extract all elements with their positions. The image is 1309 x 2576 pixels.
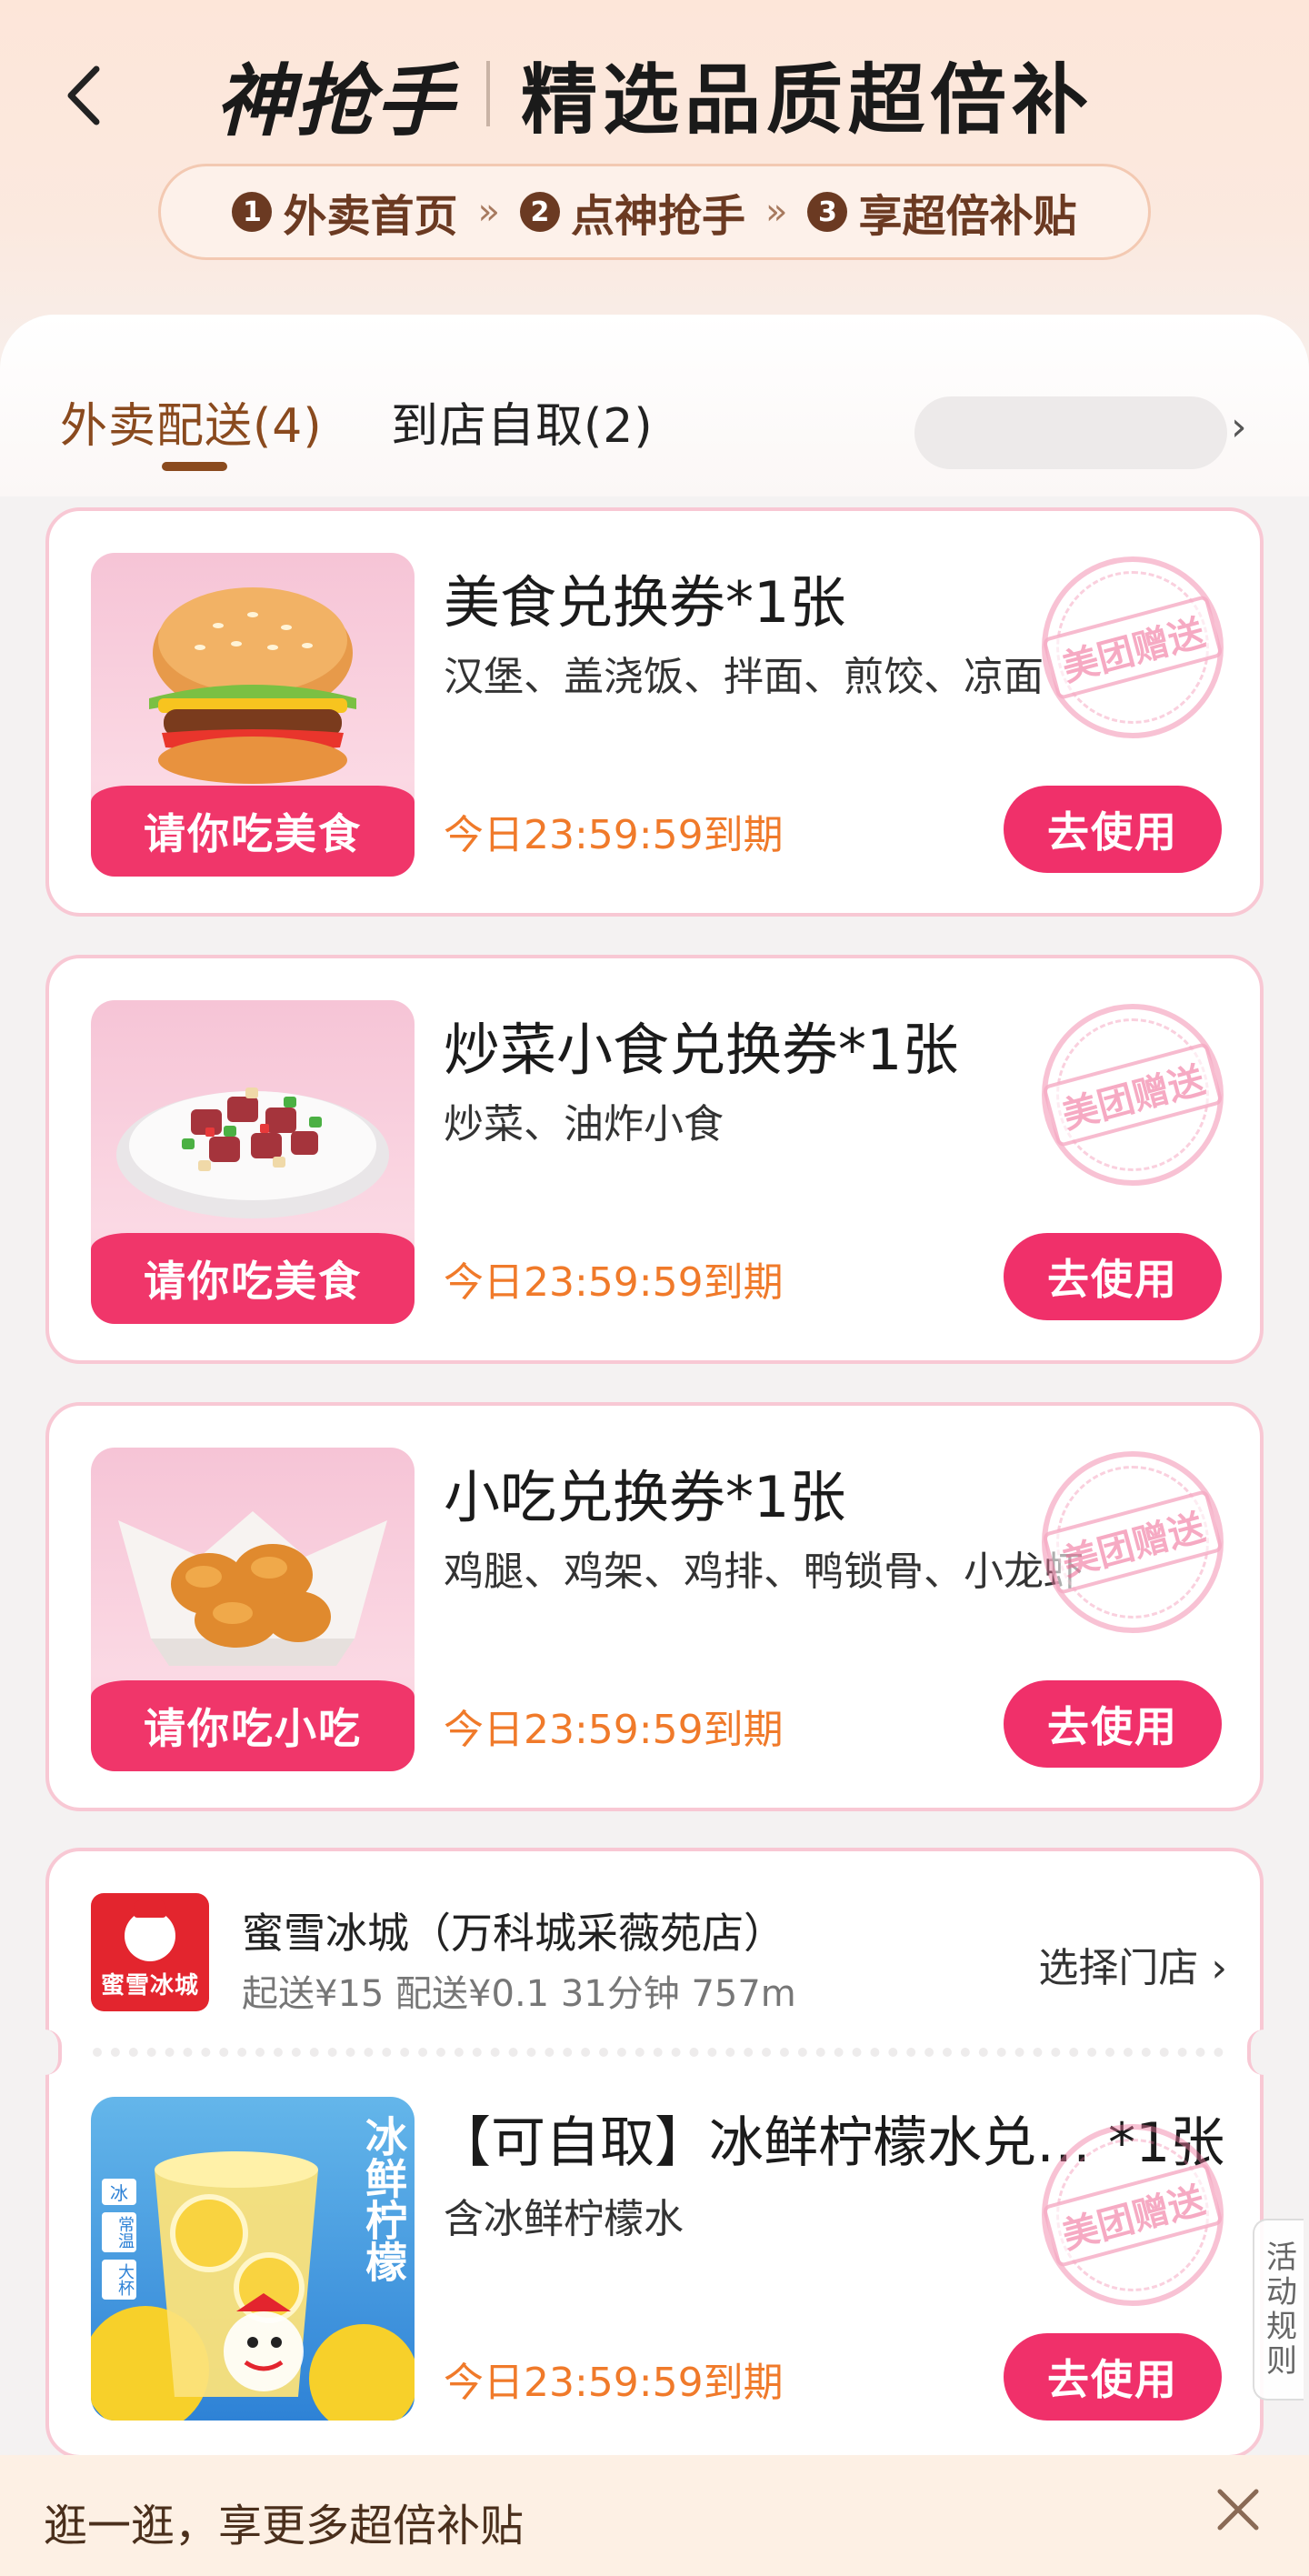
coupon-title: 美食兑换券*1张 bbox=[444, 569, 846, 636]
coupon-expiry: 今日23:59:59到期 bbox=[444, 1707, 784, 1753]
blurred-banner[interactable] bbox=[914, 396, 1227, 469]
tab-bar: 外卖配送(4) 到店自取(2) › bbox=[0, 315, 1309, 496]
burger-icon bbox=[149, 587, 356, 784]
cup-tag: 冰 bbox=[102, 2179, 136, 2205]
stamp-label: 美团赠送 bbox=[1042, 1041, 1224, 1148]
stamp-icon: 美团赠送 bbox=[1042, 2124, 1224, 2306]
store-logo-text: 蜜雪冰城 bbox=[100, 1972, 199, 2000]
coupon-description: 炒菜、油炸小食 bbox=[444, 1101, 724, 1148]
store-coupon-card: 蜜雪冰城 蜜雪冰城（万科城采薇苑店） 起送¥15 配送¥0.1 31分钟 757… bbox=[29, 1848, 1280, 2459]
activity-rules-tab[interactable]: 活动规则 bbox=[1253, 2219, 1304, 2401]
step-2: 2 点神抢手 bbox=[519, 180, 745, 244]
coupon-image-lemonade: 冰鲜柠檬 冰 常温 大杯 bbox=[91, 2097, 415, 2421]
coupon-title: 炒菜小食兑换券*1张 bbox=[444, 1017, 959, 1083]
stamp-icon: 美团赠送 bbox=[1042, 556, 1224, 738]
cup-text: 冰鲜柠檬 bbox=[359, 2115, 408, 2282]
step-separator: » bbox=[477, 191, 500, 233]
page-title: 神抢手 精选品质超倍补 bbox=[0, 44, 1309, 147]
store-logo: 蜜雪冰城 bbox=[91, 1893, 209, 2011]
coupon-banner: 请你吃美食 bbox=[91, 786, 415, 877]
use-coupon-button[interactable]: 去使用 bbox=[1004, 786, 1222, 873]
title-text: 精选品质超倍补 bbox=[520, 55, 1094, 145]
coupon-expiry: 今日23:59:59到期 bbox=[444, 2360, 784, 2406]
ticket-notch bbox=[1247, 2030, 1280, 2075]
step-number: 2 bbox=[519, 192, 560, 232]
coupon-banner: 请你吃小吃 bbox=[91, 1680, 415, 1771]
stamp-label: 美团赠送 bbox=[1042, 1488, 1224, 1596]
stamp-icon: 美团赠送 bbox=[1042, 1451, 1224, 1633]
coupon-image-burger: 请你吃美食 bbox=[91, 553, 415, 877]
coupon-expiry: 今日23:59:59到期 bbox=[444, 812, 784, 858]
step-1: 1 外卖首页 bbox=[232, 180, 458, 244]
use-coupon-button[interactable]: 去使用 bbox=[1004, 1233, 1222, 1320]
fried-chicken-icon bbox=[118, 1511, 387, 1666]
coupon-image-fried-chicken: 请你吃小吃 bbox=[91, 1448, 415, 1771]
step-label: 外卖首页 bbox=[283, 191, 458, 242]
cup-tag: 大杯 bbox=[102, 2260, 136, 2300]
coupon-description: 汉堡、盖浇饭、拌面、煎饺、凉面 bbox=[444, 654, 1044, 700]
coupon-expiry: 今日23:59:59到期 bbox=[444, 1259, 784, 1306]
stamp-icon: 美团赠送 bbox=[1042, 1004, 1224, 1186]
cup-tags: 冰 常温 大杯 bbox=[102, 2179, 136, 2300]
step-separator: » bbox=[765, 191, 788, 233]
title-divider bbox=[485, 61, 490, 126]
store-meta: 起送¥15 配送¥0.1 31分钟 757m bbox=[242, 1973, 796, 2015]
step-label: 点神抢手 bbox=[570, 191, 745, 242]
step-label: 享超倍补贴 bbox=[858, 191, 1077, 242]
coupon-banner: 请你吃美食 bbox=[91, 1233, 415, 1324]
step-3: 3 享超倍补贴 bbox=[807, 180, 1077, 244]
cup-tag: 常温 bbox=[102, 2212, 136, 2252]
select-store-link[interactable]: 选择门店 › bbox=[1038, 1935, 1227, 1993]
stamp-label: 美团赠送 bbox=[1042, 2161, 1224, 2269]
coupon-description: 鸡腿、鸡架、鸡排、鸭锁骨、小龙虾 bbox=[444, 1549, 1084, 1595]
steps-guide: 1 外卖首页 » 2 点神抢手 » 3 享超倍补贴 bbox=[158, 164, 1151, 260]
step-number: 1 bbox=[232, 192, 273, 232]
ticket-notch bbox=[29, 2030, 62, 2075]
step-number: 3 bbox=[807, 192, 848, 232]
close-icon[interactable] bbox=[1211, 2482, 1265, 2537]
bottom-banner-text: 逛一逛，享更多超倍补贴 bbox=[44, 2501, 525, 2551]
store-name: 蜜雪冰城（万科城采薇苑店） bbox=[242, 1909, 785, 1958]
coupon-card: 请你吃美食 炒菜小食兑换券*1张 炒菜、油炸小食 美团赠送 今日23:59:59… bbox=[45, 955, 1264, 1364]
coupon-description: 含冰鲜柠檬水 bbox=[444, 2196, 684, 2242]
chevron-right-icon[interactable]: › bbox=[1231, 404, 1247, 450]
dotted-divider bbox=[93, 2048, 1224, 2057]
use-coupon-button[interactable]: 去使用 bbox=[1004, 2333, 1222, 2421]
stamp-label: 美团赠送 bbox=[1042, 594, 1224, 701]
brand-logo: 神抢手 bbox=[215, 55, 455, 147]
coupon-image-stir-fry: 请你吃美食 bbox=[91, 1000, 415, 1324]
close-icon-glyph bbox=[1217, 2489, 1259, 2531]
bottom-banner[interactable]: 逛一逛，享更多超倍补贴 bbox=[0, 2455, 1309, 2576]
tab-active-indicator bbox=[162, 462, 227, 471]
coupon-title: 小吃兑换券*1张 bbox=[444, 1464, 846, 1530]
stir-fry-icon bbox=[116, 1088, 389, 1218]
use-coupon-button[interactable]: 去使用 bbox=[1004, 1680, 1222, 1768]
coupon-card: 请你吃美食 美食兑换券*1张 汉堡、盖浇饭、拌面、煎饺、凉面 美团赠送 今日23… bbox=[45, 507, 1264, 917]
coupon-card: 请你吃小吃 小吃兑换券*1张 鸡腿、鸡架、鸡排、鸭锁骨、小龙虾 美团赠送 今日2… bbox=[45, 1402, 1264, 1811]
mascot-icon bbox=[125, 1899, 175, 1961]
tab-delivery[interactable]: 外卖配送(4) bbox=[60, 387, 323, 456]
tab-pickup[interactable]: 到店自取(2) bbox=[391, 387, 654, 456]
